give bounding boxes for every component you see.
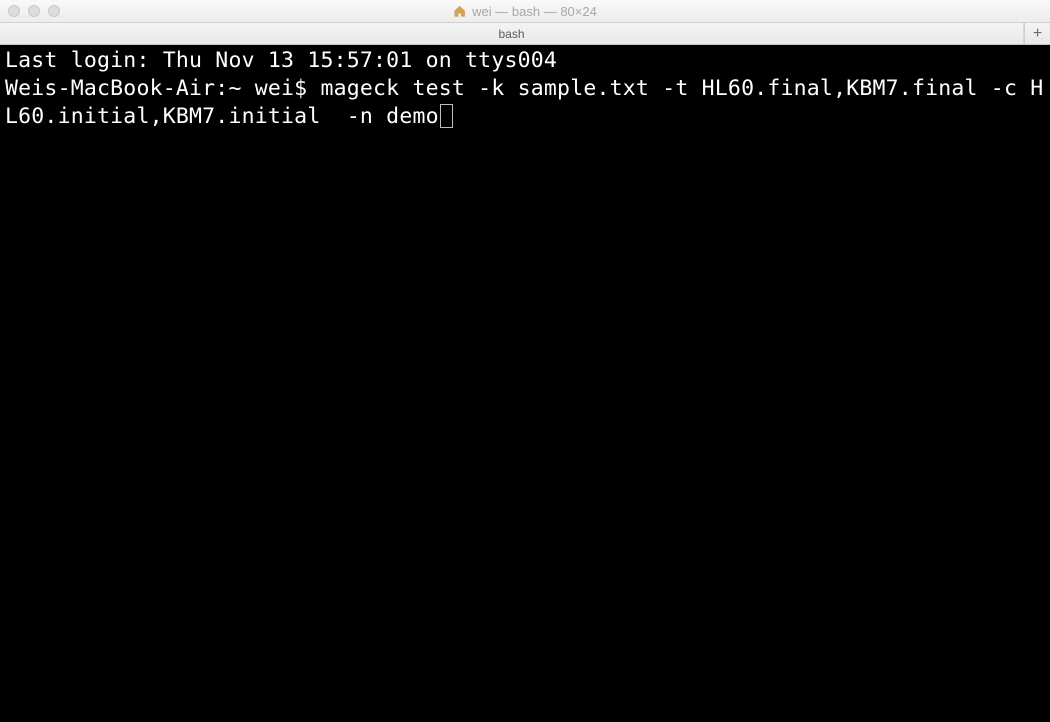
zoom-window-button[interactable] — [48, 5, 60, 17]
terminal-viewport[interactable]: Last login: Thu Nov 13 15:57:01 on ttys0… — [0, 45, 1050, 722]
minimize-window-button[interactable] — [28, 5, 40, 17]
home-icon — [453, 5, 466, 18]
plus-icon: + — [1033, 25, 1042, 43]
close-window-button[interactable] — [8, 5, 20, 17]
tab-label: bash — [498, 27, 524, 41]
cursor — [440, 104, 453, 128]
window-title-text: wei — bash — 80×24 — [472, 4, 597, 19]
tab-bash[interactable]: bash — [0, 23, 1024, 44]
window-titlebar: wei — bash — 80×24 — [0, 0, 1050, 23]
prompt-line: Weis-MacBook-Air:~ wei$ mageck test -k s… — [5, 76, 1043, 129]
window-title: wei — bash — 80×24 — [453, 4, 597, 19]
last-login-line: Last login: Thu Nov 13 15:57:01 on ttys0… — [5, 48, 557, 73]
new-tab-button[interactable]: + — [1024, 23, 1050, 44]
terminal-output: Last login: Thu Nov 13 15:57:01 on ttys0… — [5, 47, 1045, 131]
traffic-lights — [8, 5, 60, 17]
tab-bar: bash + — [0, 23, 1050, 45]
